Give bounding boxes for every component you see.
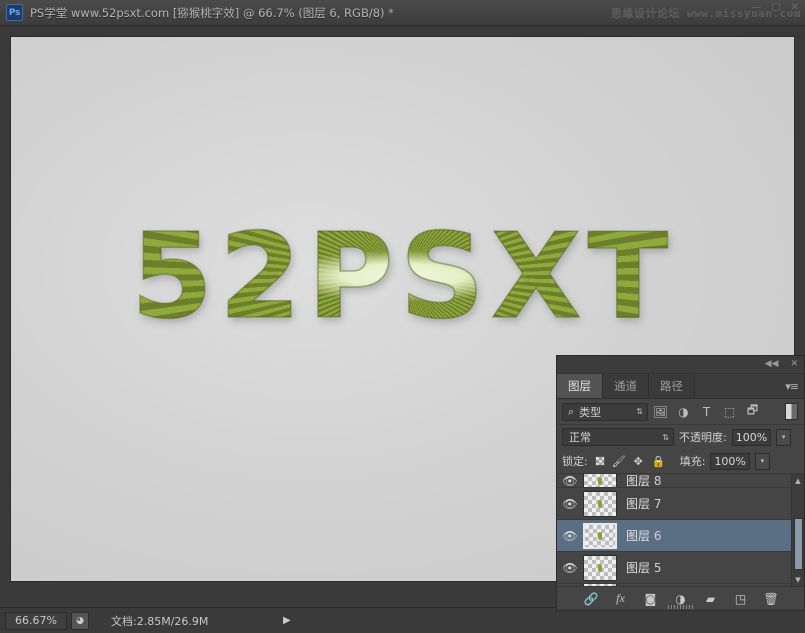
shape-layer-filter-icon[interactable]: ⬚ [719, 402, 740, 422]
new-layer-icon[interactable]: ◳ [734, 592, 748, 606]
layer-name-text: 图层 [626, 529, 651, 543]
fill-dropdown-arrow[interactable]: ▾ [754, 452, 770, 470]
photoshop-window: Ps PS学堂 www.52psxt.com [猕猴桃字效] @ 66.7% (… [0, 0, 805, 633]
layer-thumbnail[interactable] [583, 584, 617, 586]
filter-stepper-icon[interactable]: ⇅ [636, 407, 643, 416]
lock-icon-group: 🖌 ✥ 🔒 [594, 455, 666, 468]
layer-thumbnail[interactable] [583, 554, 617, 581]
filter-enable-toggle[interactable] [785, 403, 798, 420]
filter-kind-label: 类型 [579, 405, 602, 419]
layer-visibility-icon[interactable]: 👁 [557, 497, 583, 511]
layer-name-text: 图层 [626, 497, 651, 511]
layers-panel-toolbar: 🔗 fx ◙ ◑ ▰ ◳ 🗑 [557, 586, 804, 610]
layer-name-number: 5 [653, 561, 662, 575]
tab-paths[interactable]: 路径 [649, 374, 695, 398]
panel-title-bar: ◀◀ ✕ [557, 356, 804, 374]
layer-name-number: 8 [653, 474, 662, 488]
type-layer-filter-icon[interactable]: T [696, 402, 717, 422]
layer-visibility-icon[interactable]: 👁 [557, 474, 583, 487]
link-layers-icon[interactable]: 🔗 [584, 592, 599, 606]
opacity-dropdown-arrow[interactable]: ▾ [776, 428, 792, 446]
blend-mode-stepper-icon[interactable]: ⇅ [662, 433, 669, 442]
panel-tabs: 图层 通道 路径 ▾≡ [557, 374, 804, 399]
layer-list[interactable]: 👁 图层 8 👁 图层 7 👁 图层 6 👁 图层 5 ▲ ▼ [557, 473, 804, 586]
scroll-down-arrow[interactable]: ▼ [792, 573, 804, 586]
search-icon: ⌕ [568, 404, 575, 418]
lock-all-icon[interactable]: 🔒 [652, 455, 666, 468]
panel-menu-icon[interactable]: ▾≡ [785, 380, 799, 393]
scroll-up-arrow[interactable]: ▲ [792, 474, 804, 487]
document-size-info: 文档:2.85M/26.9M [111, 614, 209, 628]
table-row[interactable]: 👁 图层 7 [557, 488, 804, 520]
photoshop-logo-icon: Ps [6, 4, 23, 21]
layer-list-scrollbar[interactable]: ▲ ▼ [791, 474, 804, 586]
opacity-value-field[interactable]: 100% [731, 428, 772, 446]
close-button[interactable]: ✕ [791, 2, 799, 13]
layer-visibility-icon[interactable]: 👁 [557, 561, 583, 575]
kiwi-text-artwork: 52PSXT [11, 207, 794, 345]
panel-resize-grip[interactable] [667, 605, 694, 609]
layer-name-number: 7 [653, 497, 662, 511]
layers-panel: ◀◀ ✕ 图层 通道 路径 ▾≡ ⌕ 类型 ⇅ 🖼 ◑ T ⬚ 🗗 正常 ⇅ 不… [556, 355, 805, 611]
fill-label: 填充: [679, 455, 706, 468]
layer-thumbnail[interactable] [583, 474, 617, 487]
layer-filter-row: ⌕ 类型 ⇅ 🖼 ◑ T ⬚ 🗗 [557, 399, 804, 425]
scrollbar-thumb[interactable] [794, 518, 803, 570]
lock-position-icon[interactable]: ✥ [632, 455, 645, 468]
layer-name: 图层 8 [626, 474, 662, 488]
blend-mode-value: 正常 [569, 431, 591, 444]
layer-name: 图层 7 [626, 495, 661, 512]
table-row[interactable]: 👁 图层 5 [557, 552, 804, 584]
filter-kind-select[interactable]: ⌕ 类型 ⇅ [562, 402, 648, 421]
layer-thumbnail[interactable] [583, 490, 617, 517]
collapse-panel-icon[interactable]: ◀◀ [765, 359, 779, 369]
layer-mask-icon[interactable]: ◙ [644, 592, 658, 606]
adjustment-layer-icon[interactable]: ◑ [674, 592, 688, 606]
blend-mode-select[interactable]: 正常 ⇅ [562, 428, 674, 446]
window-title: PS学堂 www.52psxt.com [猕猴桃字效] @ 66.7% (图层 … [30, 5, 394, 20]
new-group-icon[interactable]: ▰ [704, 592, 718, 606]
layer-name: 图层 5 [626, 559, 661, 576]
pixel-layer-filter-icon[interactable]: 🖼 [650, 402, 671, 422]
smart-object-filter-icon[interactable]: 🗗 [742, 402, 763, 422]
title-bar: Ps PS学堂 www.52psxt.com [猕猴桃字效] @ 66.7% (… [0, 0, 805, 26]
layer-name-text: 图层 [626, 561, 651, 575]
delete-layer-icon[interactable]: 🗑 [764, 592, 779, 606]
close-panel-icon[interactable]: ✕ [790, 359, 798, 369]
table-row-selected[interactable]: 👁 图层 6 [557, 520, 804, 552]
maximize-button[interactable]: ▢ [771, 2, 780, 13]
lock-row: 锁定: 🖌 ✥ 🔒 填充: 100% ▾ [557, 449, 804, 473]
lock-image-icon[interactable]: 🖌 [612, 455, 626, 468]
fill-value-field[interactable]: 100% [710, 452, 750, 470]
doc-preview-icon[interactable]: ◕ [71, 611, 89, 630]
layer-name-number: 6 [653, 529, 662, 543]
zoom-level-field[interactable]: 66.67% [5, 611, 67, 630]
table-row[interactable]: 👁 图层 4 [557, 584, 804, 586]
lock-transparency-icon[interactable] [594, 456, 605, 466]
layer-style-fx-icon[interactable]: fx [614, 591, 628, 606]
layer-visibility-icon[interactable]: 👁 [557, 529, 583, 543]
adjustment-layer-filter-icon[interactable]: ◑ [673, 402, 694, 422]
window-controls[interactable]: — ▢ ✕ [751, 2, 799, 13]
layer-thumbnail[interactable] [583, 522, 617, 549]
tab-layers[interactable]: 图层 [557, 374, 603, 398]
lock-label: 锁定: [562, 455, 588, 468]
table-row[interactable]: 👁 图层 8 [557, 474, 804, 488]
status-expand-arrow[interactable]: ▶ [283, 615, 291, 626]
layer-name: 图层 6 [626, 527, 661, 544]
opacity-label: 不透明度: [679, 431, 727, 444]
layer-name-text: 图层 [626, 474, 651, 488]
minimize-button[interactable]: — [751, 2, 761, 13]
blend-mode-row: 正常 ⇅ 不透明度: 100% ▾ [557, 425, 804, 449]
tab-channels[interactable]: 通道 [603, 374, 649, 398]
